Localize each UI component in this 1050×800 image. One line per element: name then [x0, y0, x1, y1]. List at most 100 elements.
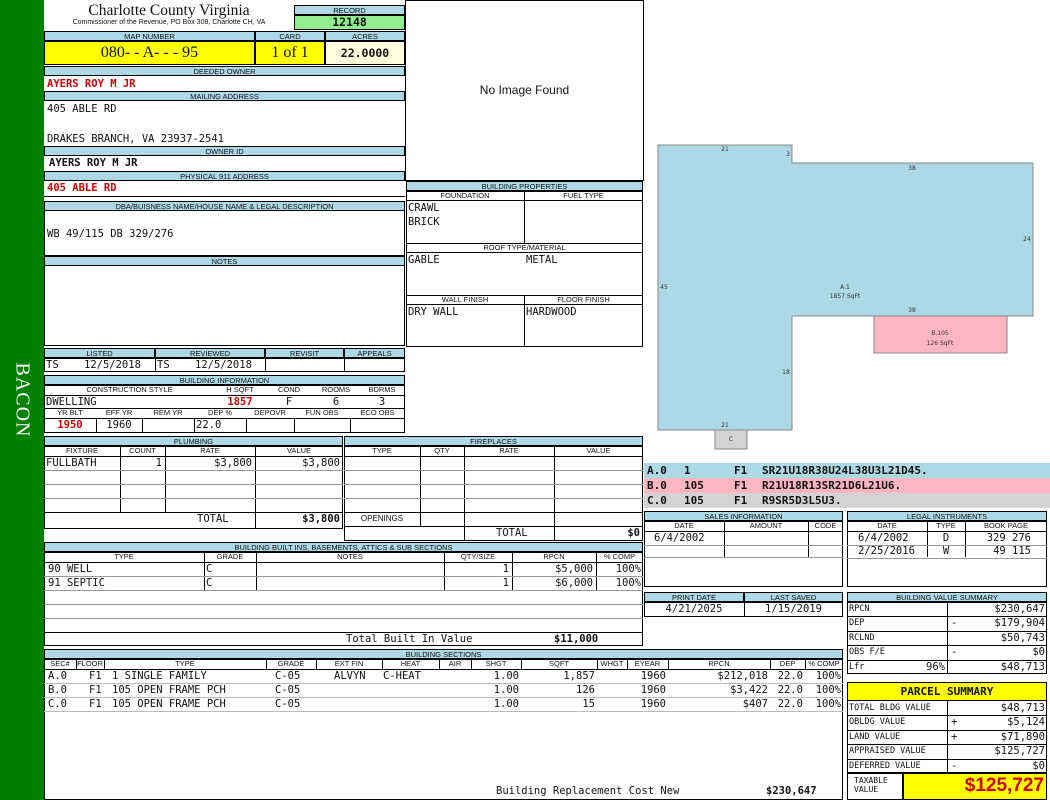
value-summary-label: DEP — [849, 618, 865, 629]
acres-value: 22.0000 — [325, 41, 405, 65]
effective-year: 1960 — [106, 419, 132, 431]
section-3-cell-7: 1.00 — [493, 698, 519, 710]
sketch-vector-row: B.0 105 F1 R21U18R13SR21D6L21U6. — [644, 478, 1050, 493]
hsqft-label: H SQFT — [226, 385, 254, 394]
sections-col-11: RPCN — [708, 659, 730, 668]
builtin-col-qty: QTY/SIZE — [460, 552, 496, 561]
bdrms-label: BDRMS — [368, 385, 396, 394]
section-3-cell-0: C.0 — [48, 698, 67, 710]
legal-2-date: 2/25/2016 — [858, 545, 915, 557]
builtin-col-rpcn: RPCN — [543, 552, 565, 561]
fireplace-total-label: TOTAL — [496, 527, 528, 539]
section-2-cell-1: F1 — [89, 684, 102, 696]
replacement-cost: $230,647 — [766, 785, 817, 797]
card-number: 1 of 1 — [255, 41, 325, 65]
cond-label: COND — [277, 385, 301, 394]
revisit-label: REVISIT — [265, 348, 344, 358]
vector-f: F1 — [734, 494, 748, 507]
section-3-cell-12: 22.0 — [777, 698, 803, 710]
section-1-cell-7: 1.00 — [493, 670, 519, 682]
value-summary-pct: 96% — [926, 660, 945, 673]
sections-col-7: SHGT — [485, 659, 507, 668]
sketch-vector-row: C.0 105 F1 R9SR5D3L5U3. — [644, 493, 1050, 508]
plumbing-row-value: $3,800 — [302, 457, 340, 469]
sales-col-date: DATE — [674, 521, 694, 530]
vector-a: 105 — [684, 494, 704, 507]
builtin-2-rpcn: $6,000 — [555, 577, 593, 589]
parcel-label: DEFERRED VALUE — [849, 760, 921, 771]
plumbing-row-rate: $3,800 — [214, 457, 252, 469]
builtin-2-grade: C — [206, 577, 213, 589]
reviewed-label: REVIEWED — [155, 348, 265, 358]
parcel-value: $125,727 — [994, 745, 1045, 758]
sketch-vector-row: A.0 1 F1 SR21U18R38U24L38U3L21D45. — [644, 463, 1050, 478]
legal-2-type: W — [942, 545, 950, 557]
vector-sec: C.0 — [647, 494, 667, 507]
plumbing-total-label: TOTAL — [197, 513, 229, 525]
section-3-cell-3: C-05 — [275, 698, 301, 710]
foundation-label: FOUNDATION — [406, 191, 524, 201]
funobs-label: FUN OBS — [305, 408, 339, 417]
section-3-cell-13: 100% — [815, 698, 841, 710]
section-1-cell-0: A.0 — [48, 670, 67, 682]
vector-a: 1 — [684, 464, 691, 477]
built-ins-title: BUILDING BUILT INS, BASEMENTS, ATTICS & … — [44, 542, 643, 552]
parcel-label: APPRAISED VALUE — [849, 746, 926, 757]
sections-col-13: % COMP — [808, 659, 840, 668]
vector-sec: B.0 — [647, 479, 667, 492]
value-summary-value: $0 — [1032, 646, 1045, 659]
plumbing-col-count: COUNT — [129, 446, 156, 455]
wall-finish-label: WALL FINISH — [406, 295, 524, 305]
builtin-2-qty: 1 — [502, 577, 509, 589]
roof-type: GABLE — [408, 254, 440, 266]
listed-date: 12/5/2018 — [84, 359, 141, 371]
builtin-col-grade: GRADE — [216, 552, 244, 561]
section-1-cell-8: 1,857 — [563, 670, 595, 682]
parcel-value: $48,713 — [1000, 702, 1045, 714]
plumbing-col-value: VALUE — [286, 446, 312, 455]
value-summary-sign: - — [951, 646, 958, 659]
building-properties-title: BUILDING PROPERTIES — [406, 181, 643, 191]
fireplace-col-qty: QTY — [434, 446, 450, 455]
listed-label: LISTED — [44, 348, 155, 358]
value-summary-value: $50,743 — [1000, 631, 1045, 644]
section-b-label: B.105 — [931, 330, 949, 337]
section-1-cell-11: $212,018 — [717, 670, 768, 682]
sales-col-code: CODE — [814, 521, 837, 530]
builtin-1-qty: 1 — [502, 563, 509, 575]
last-saved: 1/15/2019 — [765, 603, 822, 615]
acres-label: ACRES — [325, 31, 405, 41]
section-2-cell-8: 126 — [576, 684, 595, 696]
plumbing-title: PLUMBING — [44, 436, 343, 446]
legal-1-date: 6/4/2002 — [858, 532, 909, 544]
value-summary-value: $230,647 — [994, 603, 1045, 615]
builtin-col-notes: NOTES — [337, 552, 363, 561]
map-number-label: MAP NUMBER — [44, 31, 255, 41]
section-c-label: C — [729, 436, 733, 443]
parcel-label: TOTAL BLDG VALUE — [849, 703, 931, 713]
sidebar-label: BACON — [11, 362, 34, 438]
dim-label: 18 — [782, 369, 790, 376]
value-summary-label: RCLND — [849, 632, 875, 643]
section-2-cell-13: 100% — [815, 684, 841, 696]
value-summary-label: RPCN — [849, 604, 870, 614]
sales-col-amount: AMOUNT — [749, 521, 783, 530]
replacement-cost-label: Building Replacement Cost New — [496, 785, 680, 797]
deeded-owner-label: DEEDED OWNER — [44, 66, 405, 76]
sections-col-1: FLOOR — [77, 659, 103, 668]
value-summary-title: BUILDING VALUE SUMMARY — [847, 592, 1047, 602]
parcel-summary-header: PARCEL SUMMARY — [847, 682, 1047, 701]
dep-label: DEP % — [207, 408, 233, 417]
floor-finish: HARDWOOD — [526, 306, 577, 318]
dba-legal: WB 49/115 DB 329/276 — [47, 228, 174, 240]
builtin-total-label: Total Built In Value — [346, 633, 473, 645]
dim-label: 3 — [786, 151, 790, 158]
building-info-title: BUILDING INFORMATION — [44, 375, 405, 385]
taxable-value: $125,727 — [964, 775, 1044, 796]
notes-box — [44, 266, 405, 346]
section-3-cell-1: F1 — [89, 698, 102, 710]
taxable-value-box: $125,727 — [903, 773, 1047, 800]
section-2-cell-0: B.0 — [48, 684, 67, 696]
builtin-1-type: 90 WELL — [48, 563, 93, 575]
fireplace-col-type: TYPE — [372, 446, 392, 455]
